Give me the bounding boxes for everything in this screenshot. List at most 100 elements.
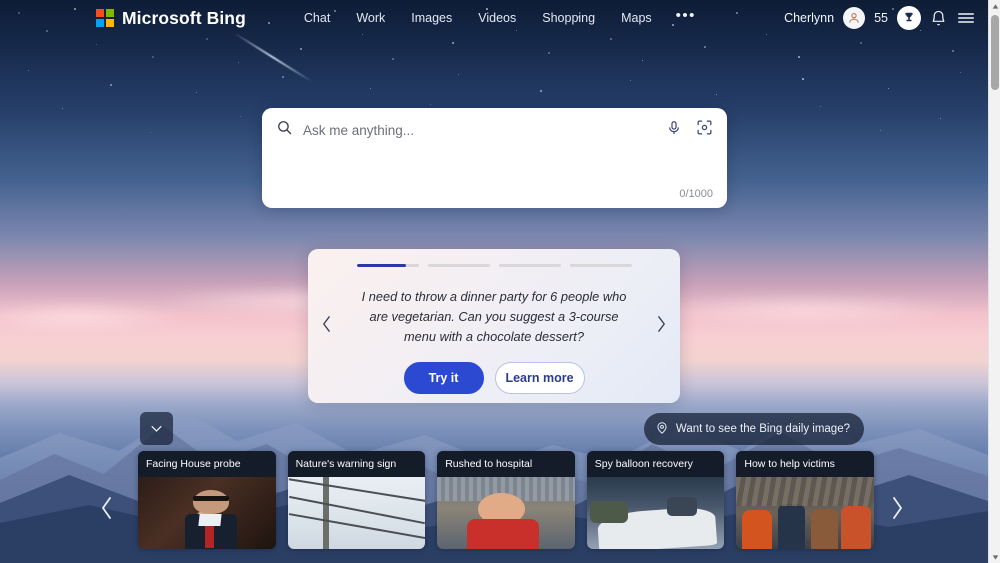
nav-item-work[interactable]: Work: [354, 8, 387, 28]
news-card-image: [437, 477, 575, 549]
star: [152, 56, 154, 58]
star: [888, 88, 889, 89]
news-card-image: [288, 477, 426, 549]
collapse-feed-button[interactable]: [140, 412, 173, 445]
star: [238, 62, 239, 63]
page-scrollbar[interactable]: [988, 0, 1000, 563]
nav-item-chat[interactable]: Chat: [302, 8, 332, 28]
try-it-button[interactable]: Try it: [404, 362, 484, 394]
info-location-icon: [655, 421, 669, 438]
star: [642, 60, 643, 61]
star: [430, 104, 431, 105]
user-avatar-icon[interactable]: [843, 7, 865, 29]
news-card-title: Spy balloon recovery: [587, 451, 725, 477]
news-card-title: Facing House probe: [138, 451, 276, 477]
star: [630, 80, 631, 81]
scroll-up-arrow-icon[interactable]: [989, 0, 1000, 12]
star: [940, 118, 941, 119]
scrollbar-thumb[interactable]: [991, 15, 999, 90]
nav-item-images[interactable]: Images: [409, 8, 454, 28]
suggestion-card: I need to throw a dinner party for 6 peo…: [308, 249, 680, 403]
bing-brand[interactable]: Microsoft Bing: [96, 8, 246, 29]
star: [240, 116, 241, 117]
nav-overflow-icon[interactable]: •••: [676, 12, 696, 25]
microphone-icon[interactable]: [666, 120, 682, 141]
news-card-title: How to help victims: [736, 451, 874, 477]
star: [300, 48, 302, 50]
news-next-chevron-right-icon[interactable]: [880, 488, 914, 528]
star: [540, 90, 542, 92]
star: [28, 70, 29, 71]
star: [196, 92, 197, 93]
logo-square-red: [96, 9, 104, 17]
microsoft-logo-icon: [96, 9, 114, 27]
news-card[interactable]: Facing House probe: [138, 451, 276, 549]
nav-item-maps[interactable]: Maps: [619, 8, 654, 28]
star: [820, 106, 821, 107]
star: [952, 50, 954, 52]
star: [392, 58, 394, 60]
star: [610, 38, 612, 40]
star: [96, 44, 97, 45]
search-row: [262, 108, 727, 152]
progress-segment[interactable]: [428, 264, 490, 267]
progress-segment[interactable]: [570, 264, 632, 267]
suggestion-prev-chevron-left-icon[interactable]: [321, 315, 332, 337]
rewards-points: 55: [874, 11, 888, 25]
logo-square-blue: [96, 19, 104, 27]
daily-image-pill[interactable]: Want to see the Bing daily image?: [644, 413, 864, 445]
progress-segment[interactable]: [357, 264, 419, 267]
scroll-down-arrow-icon[interactable]: [989, 551, 1000, 563]
star: [110, 84, 112, 86]
suggestion-next-chevron-right-icon[interactable]: [656, 315, 667, 337]
nav-item-shopping[interactable]: Shopping: [540, 8, 597, 28]
news-card[interactable]: How to help victims: [736, 451, 874, 549]
search-icon: [276, 119, 293, 141]
news-card-image: [587, 477, 725, 549]
user-name: Cherlynn: [784, 11, 834, 25]
star: [206, 38, 208, 40]
star: [704, 46, 706, 48]
daily-image-label: Want to see the Bing daily image?: [676, 423, 850, 435]
visual-search-icon[interactable]: [696, 119, 713, 141]
news-card[interactable]: Spy balloon recovery: [587, 451, 725, 549]
nav-item-videos[interactable]: Videos: [476, 8, 518, 28]
star: [458, 74, 459, 75]
search-input[interactable]: [303, 123, 656, 138]
rewards-trophy-icon[interactable]: [897, 6, 921, 30]
news-card[interactable]: Rushed to hospital: [437, 451, 575, 549]
star: [548, 52, 550, 54]
star: [150, 132, 151, 133]
news-card-image: [138, 477, 276, 549]
news-card-image: [736, 477, 874, 549]
suggestion-prompt: I need to throw a dinner party for 6 peo…: [355, 287, 633, 346]
carousel-progress: [357, 264, 632, 267]
search-box[interactable]: 0/1000: [262, 108, 727, 208]
top-header: Microsoft Bing Chat Work Images Videos S…: [0, 0, 988, 36]
logo-square-yellow: [106, 19, 114, 27]
star: [716, 94, 717, 95]
news-card-title: Nature's warning sign: [288, 451, 426, 477]
star: [880, 130, 881, 131]
progress-segment[interactable]: [499, 264, 561, 267]
star: [798, 56, 800, 58]
star: [860, 42, 862, 44]
news-card[interactable]: Nature's warning sign: [288, 451, 426, 549]
star: [452, 42, 454, 44]
star: [802, 78, 804, 80]
star: [62, 108, 63, 109]
star: [282, 76, 284, 78]
star: [370, 88, 371, 89]
brand-name: Microsoft Bing: [122, 8, 246, 29]
news-card-title: Rushed to hospital: [437, 451, 575, 477]
suggestion-actions: Try it Learn more: [404, 362, 585, 394]
sunset-cloud: [640, 294, 970, 326]
star: [960, 72, 961, 73]
news-prev-chevron-left-icon[interactable]: [90, 488, 124, 528]
hamburger-menu-icon[interactable]: [956, 10, 976, 26]
logo-square-green: [106, 9, 114, 17]
learn-more-button[interactable]: Learn more: [495, 362, 585, 394]
char-counter: 0/1000: [679, 188, 713, 200]
main-navigation: Chat Work Images Videos Shopping Maps ••…: [302, 8, 696, 28]
bell-icon[interactable]: [930, 10, 947, 27]
